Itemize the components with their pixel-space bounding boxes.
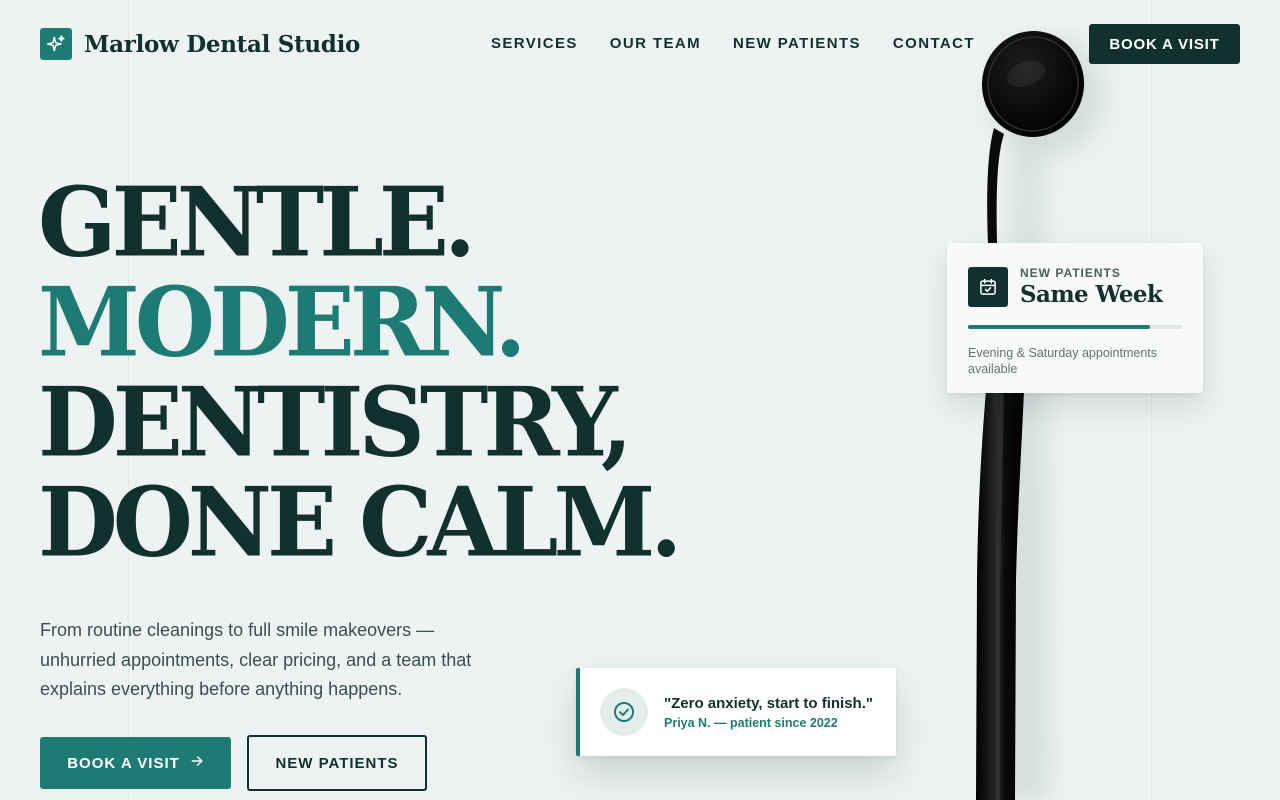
- availability-note: Evening & Saturday appointments availabl…: [968, 346, 1158, 376]
- hero-new-patients-button[interactable]: NEW PATIENTS: [247, 735, 427, 791]
- check-circle-icon: [600, 688, 648, 736]
- hero-book-visit-label: BOOK A VISIT: [67, 754, 180, 772]
- availability-eyebrow: NEW PATIENTS: [1020, 266, 1121, 280]
- sparkle-icon: [40, 28, 72, 60]
- hero-intro-text: From routine cleanings to full smile mak…: [40, 620, 472, 699]
- dental-mirror-illustration: [976, 31, 1104, 800]
- testimonial-card: "Zero anxiety, start to finish." Priya N…: [576, 668, 896, 756]
- nav-link-new-patients[interactable]: NEW PATIENTS: [733, 35, 861, 52]
- testimonial-author: Priya N. — patient since 2022: [664, 715, 838, 730]
- brand-logo[interactable]: Marlow Dental Studio: [40, 28, 360, 60]
- nav-link-our-team[interactable]: OUR TEAM: [610, 35, 701, 52]
- layout-guide-line: [1151, 0, 1152, 800]
- headline-line-1: GENTLE.: [38, 165, 476, 279]
- availability-title: Same Week: [1020, 281, 1163, 308]
- main-nav: SERVICES OUR TEAM NEW PATIENTS CONTACT: [491, 35, 975, 52]
- hero-headline: GENTLE. MODERN. DENTISTRY, DONE CALM.: [38, 165, 682, 574]
- header-book-visit-button[interactable]: BOOK A VISIT: [1089, 24, 1240, 64]
- headline-line-4: DONE CALM.: [38, 465, 682, 579]
- headline-line-3: DENTISTRY,: [38, 365, 633, 479]
- brand-name: Marlow Dental Studio: [84, 30, 361, 58]
- testimonial-quote: "Zero anxiety, start to finish.": [664, 694, 873, 712]
- availability-card: NEW PATIENTS Same Week Evening & Saturda…: [947, 243, 1203, 393]
- nav-link-services[interactable]: SERVICES: [491, 35, 578, 52]
- calendar-check-icon: [968, 267, 1008, 307]
- arrow-right-icon: [190, 754, 204, 772]
- headline-line-2: MODERN.: [38, 265, 527, 379]
- availability-progress-track: [968, 325, 1182, 329]
- nav-link-contact[interactable]: CONTACT: [893, 35, 975, 52]
- hero-book-visit-button[interactable]: BOOK A VISIT: [40, 737, 231, 789]
- availability-progress-fill: [968, 325, 1150, 329]
